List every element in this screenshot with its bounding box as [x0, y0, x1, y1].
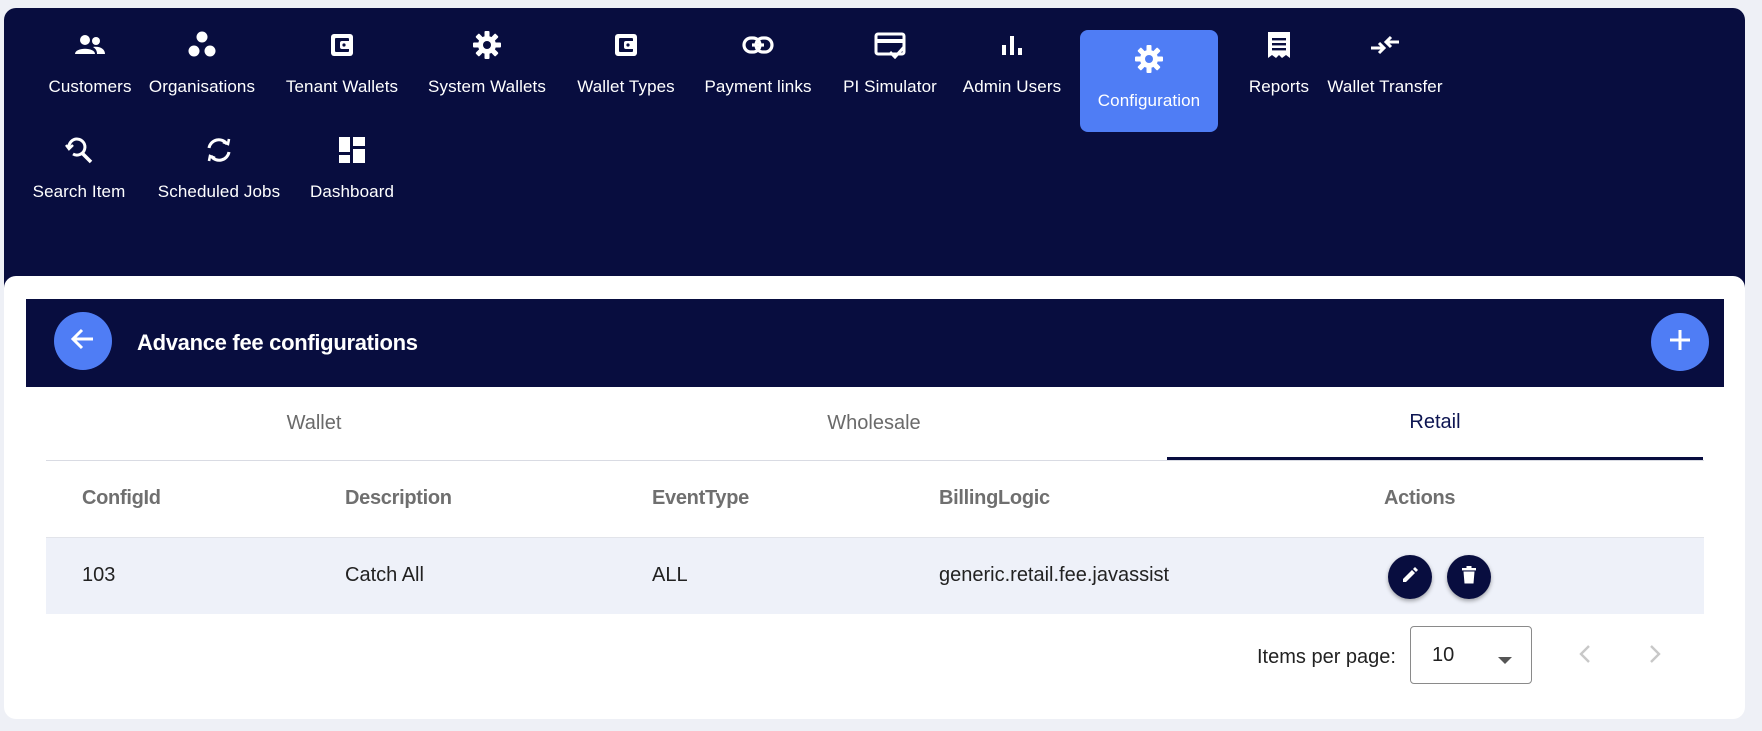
nav-item-customers[interactable]: Customers [29, 8, 151, 110]
nav-label: System Wallets [428, 77, 546, 96]
card-check-icon [874, 28, 906, 62]
nav-item-configuration[interactable]: Configuration [1080, 30, 1218, 132]
previous-page-button[interactable] [1565, 636, 1605, 676]
nav-label: Configuration [1097, 91, 1201, 110]
nav-item-wallet-transfer[interactable]: Wallet Transfer [1320, 8, 1450, 110]
card-header: Advance fee configurations [26, 299, 1724, 387]
gear-icon [1134, 42, 1164, 76]
plus-icon [1668, 328, 1692, 357]
nav-label: PI Simulator [843, 77, 937, 96]
search-icon [64, 133, 94, 167]
nav-item-admin-users[interactable]: Admin Users [960, 8, 1064, 110]
nav-label: Scheduled Jobs [157, 182, 281, 201]
nav-label: Wallet Transfer [1327, 77, 1443, 96]
column-header-actions: Actions [1384, 487, 1456, 509]
tab-wholesale[interactable]: Wholesale [606, 387, 1142, 460]
content-card: Advance fee configurations Wallet Wholes… [4, 276, 1745, 719]
sync-icon [203, 133, 235, 167]
nav-label: Tenant Wallets [285, 77, 399, 96]
wallet-icon [329, 28, 355, 62]
nav-label: Search Item [32, 182, 126, 201]
cell-configid: 103 [82, 564, 116, 586]
chevron-right-icon [1649, 644, 1661, 669]
nav-label: Reports [1248, 77, 1310, 96]
cell-billinglogic: generic.retail.fee.javassist [939, 564, 1170, 586]
nav-item-organisations[interactable]: Organisations [147, 8, 257, 110]
nav-item-wallet-types[interactable]: Wallet Types [574, 8, 678, 110]
nav-label: Payment links [704, 77, 812, 96]
page-size-value: 10 [1432, 644, 1455, 666]
tab-wallet[interactable]: Wallet [46, 387, 582, 460]
dashboard-icon [338, 133, 366, 167]
add-button[interactable] [1651, 313, 1709, 371]
arrow-left-icon [70, 326, 96, 357]
tab-bar: Wallet Wholesale Retail [46, 387, 1704, 461]
page-size-select[interactable]: 10 [1410, 626, 1532, 684]
nav-label: Admin Users [962, 77, 1062, 96]
nav-item-scheduled-jobs[interactable]: Scheduled Jobs [154, 113, 284, 215]
nav-item-pi-simulator[interactable]: PI Simulator [838, 8, 942, 110]
column-header-configid[interactable]: ConfigId [82, 487, 161, 510]
cell-eventtype: ALL [652, 564, 688, 586]
nav-item-reports[interactable]: Reports [1236, 8, 1322, 110]
nav-item-tenant-wallets[interactable]: Tenant Wallets [284, 8, 400, 110]
table-row[interactable]: 103 Catch All ALL generic.retail.fee.jav… [46, 538, 1704, 614]
items-per-page-label: Items per page: [1257, 646, 1396, 668]
column-header-description[interactable]: Description [345, 487, 452, 510]
nav-label: Dashboard [309, 182, 395, 201]
back-button[interactable] [54, 312, 112, 370]
pencil-icon [1401, 566, 1419, 589]
trash-icon [1461, 565, 1477, 589]
nav-item-search-item[interactable]: Search Item [29, 113, 129, 215]
link-icon [742, 28, 774, 62]
tab-retail[interactable]: Retail [1167, 387, 1703, 460]
nav-label: Organisations [148, 77, 256, 96]
organisations-icon [187, 28, 217, 62]
nav-item-payment-links[interactable]: Payment links [700, 8, 816, 110]
nav-label: Wallet Types [577, 77, 675, 96]
customers-icon [75, 28, 105, 62]
delete-button[interactable] [1447, 555, 1491, 599]
nav-item-system-wallets[interactable]: System Wallets [424, 8, 550, 110]
chevron-left-icon [1579, 644, 1591, 669]
page-title: Advance fee configurations [137, 330, 418, 355]
top-navigation: Customers Organisations Tenant Wallets S… [4, 8, 1745, 298]
receipt-icon [1266, 28, 1292, 62]
gear-icon [472, 28, 502, 62]
nav-label: Customers [48, 77, 132, 96]
table-header: ConfigId Description EventType BillingLo… [46, 461, 1704, 538]
chevron-down-icon [1498, 652, 1512, 670]
column-header-eventtype[interactable]: EventType [652, 487, 749, 510]
nav-item-dashboard[interactable]: Dashboard [304, 113, 400, 215]
next-page-button[interactable] [1635, 636, 1675, 676]
column-header-billinglogic[interactable]: BillingLogic [939, 487, 1050, 510]
wallet-icon [613, 28, 639, 62]
bar-chart-icon [1000, 28, 1024, 62]
edit-button[interactable] [1388, 555, 1432, 599]
transfer-icon [1369, 28, 1401, 62]
cell-description: Catch All [345, 564, 424, 586]
